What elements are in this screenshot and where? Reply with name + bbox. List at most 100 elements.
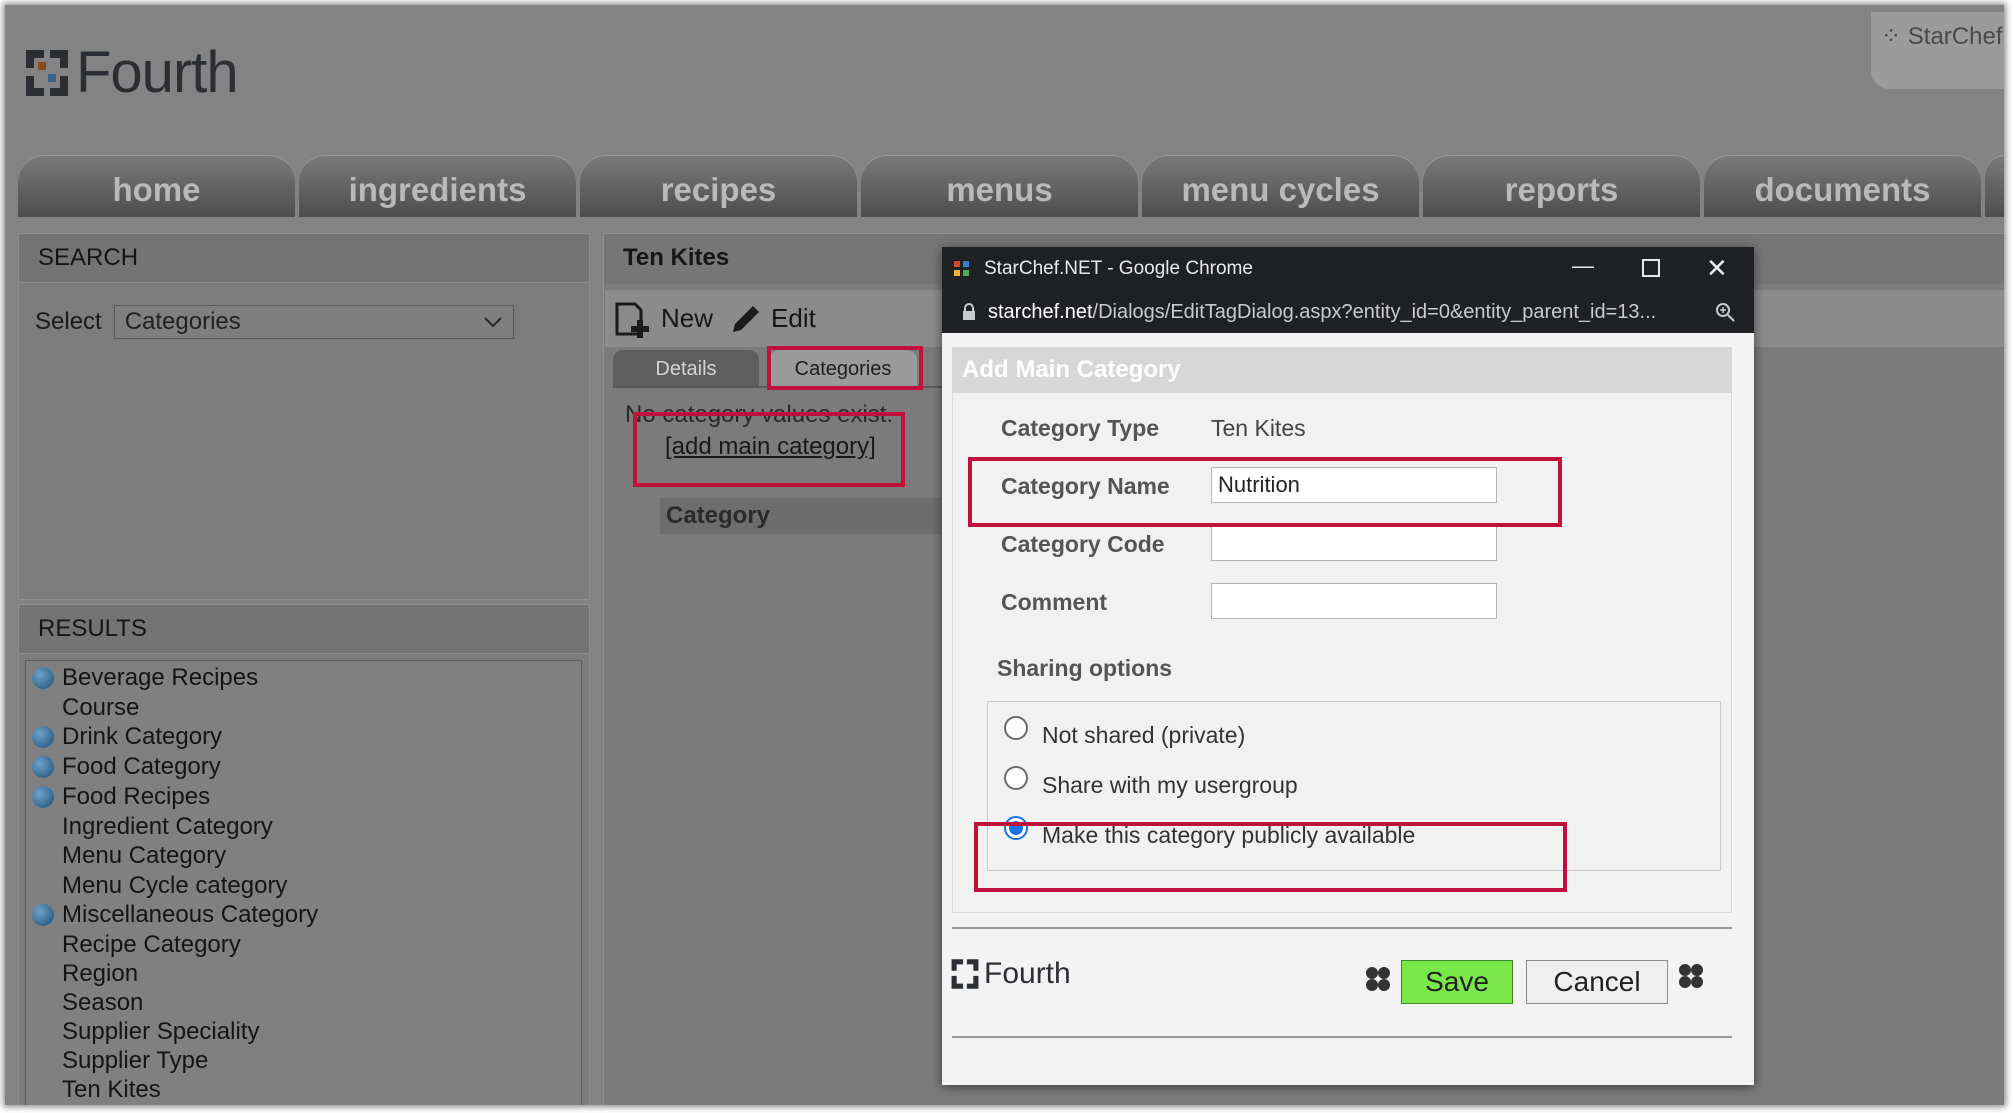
fourth-logo-icon [26,49,68,96]
category-code-label: Category Code [1001,531,1165,557]
highlight-add-link [633,412,905,487]
search-header: SEARCH [19,234,589,283]
footer-logo: Fourth [950,957,1071,991]
tab-documents[interactable]: documents [1704,155,1981,217]
starchef-label: StarChef [1907,23,2003,50]
list-item-label: Miscellaneous Category [62,901,319,928]
list-item-label: Food Recipes [62,783,211,810]
fourth-logo-small-icon [951,959,979,989]
select-value: Categories [124,308,241,335]
highlight-categories-tab [767,346,923,390]
flower-left-icon [1366,967,1390,991]
edit-button[interactable]: Edit [727,300,816,338]
list-item[interactable]: Ten Kites [26,1075,161,1105]
tab-ingredients[interactable]: ingredients [299,155,576,217]
chevron-down-icon [483,317,502,328]
list-item-label: Course [62,694,140,721]
starchef-favicon-icon [954,261,969,276]
list-item-label: Supplier Speciality [62,1018,260,1045]
browser-titlebar: StarChef.NET - Google Chrome — ✕ [942,247,1754,291]
radio-share-usergroup[interactable] [1004,766,1028,790]
tab-more[interactable] [1985,155,2004,217]
category-code-input[interactable] [1211,525,1497,561]
list-item-label: Region [62,960,139,987]
list-item-label: Supplier Type [62,1047,209,1074]
close-icon[interactable]: ✕ [1706,253,1728,284]
list-item[interactable]: Ingredient Category [26,812,273,842]
cancel-button[interactable]: Cancel [1526,960,1668,1004]
list-item[interactable]: Food Category [26,752,221,782]
globe-icon [32,786,54,808]
globe-icon [32,756,54,778]
category-type-value: Ten Kites [1211,415,1306,441]
list-item[interactable]: Miscellaneous Category [26,900,318,930]
search-select-row: Select Categories [35,305,514,339]
comment-input[interactable] [1211,583,1497,619]
zoom-icon[interactable] [1714,301,1736,323]
url-domain: starchef.net [988,300,1093,323]
radio-share-usergroup-label: Share with my usergroup [1042,772,1298,798]
category-select[interactable]: Categories [113,305,514,339]
results-list: Beverage Recipes Course Drink Category F… [25,660,582,1105]
comment-label: Comment [1001,589,1108,615]
list-item[interactable]: Beverage Recipes [26,663,258,693]
window-title: StarChef.NET - Google Chrome [984,258,1253,279]
url-path: /Dialogs/EditTagDialog.aspx?entity_id=0&… [1092,300,1657,323]
tab-details[interactable]: Details [613,350,759,386]
address-bar[interactable]: starchef.net/Dialogs/EditTagDialog.aspx?… [942,291,1754,333]
list-item[interactable]: Supplier Type [26,1046,208,1076]
list-item[interactable]: Season [26,988,143,1018]
fourth-logo[interactable]: Fourth [24,39,239,106]
maximize-icon[interactable] [1642,259,1660,277]
list-item[interactable]: Menu Cycle category [26,871,287,901]
category-type-label: Category Type [1001,415,1160,441]
dialog-header: Add Main Category [952,347,1732,393]
tab-recipes[interactable]: recipes [580,155,857,217]
tab-reports[interactable]: reports [1423,155,1700,217]
list-item[interactable]: Course [26,693,139,723]
list-item[interactable]: Region [26,959,138,989]
tab-menu-cycles[interactable]: menu cycles [1142,155,1419,217]
list-item[interactable]: Recipe Category [26,930,241,960]
tab-home[interactable]: home [18,155,295,217]
select-label: Select [35,308,102,335]
list-item[interactable]: Supplier Speciality [26,1017,259,1047]
new-document-icon [615,302,649,338]
search-panel: SEARCH [18,233,590,600]
list-item-label: Menu Category [62,842,227,869]
logo-text: Fourth [76,40,239,105]
list-item-label: Food Category [62,753,221,780]
list-item[interactable]: Menu Category [26,841,226,871]
globe-icon [32,904,54,926]
list-item-label: Beverage Recipes [62,664,259,691]
new-label: New [661,303,714,333]
list-item[interactable]: Drink Category [26,722,222,752]
list-item-label: Drink Category [62,723,223,750]
list-item-label: Menu Cycle category [62,872,288,899]
tab-menus[interactable]: menus [861,155,1138,217]
pencil-icon [733,305,760,332]
radio-not-shared-label: Not shared (private) [1042,722,1246,748]
globe-icon [32,667,54,689]
add-category-dialog: StarChef.NET - Google Chrome — ✕ starche… [942,247,1754,1085]
footer-divider-bottom [952,1036,1732,1038]
radio-not-shared[interactable] [1004,716,1028,740]
minimize-icon[interactable]: — [1572,253,1594,279]
starchef-icon: ⁘ [1881,23,1902,50]
list-item-label: Ten Kites [62,1076,161,1103]
footer-logo-text: Fourth [984,957,1071,990]
list-item[interactable]: Food Recipes [26,782,210,812]
list-item-label: Ingredient Category [62,813,273,840]
highlight-category-name [968,457,1562,527]
save-button[interactable]: Save [1401,960,1513,1004]
results-header: RESULTS [19,605,589,654]
main-nav: home ingredients recipes menus menu cycl… [18,155,2004,217]
category-column-header[interactable]: Category [660,498,950,534]
globe-icon [32,726,54,748]
starchef-badge[interactable]: ⁘ StarChef [1871,12,2004,89]
highlight-public-option [974,822,1567,892]
sharing-options-label: Sharing options [997,655,1173,681]
footer-divider-top [952,927,1732,929]
lock-icon [963,303,975,320]
new-button[interactable]: New [613,298,713,340]
